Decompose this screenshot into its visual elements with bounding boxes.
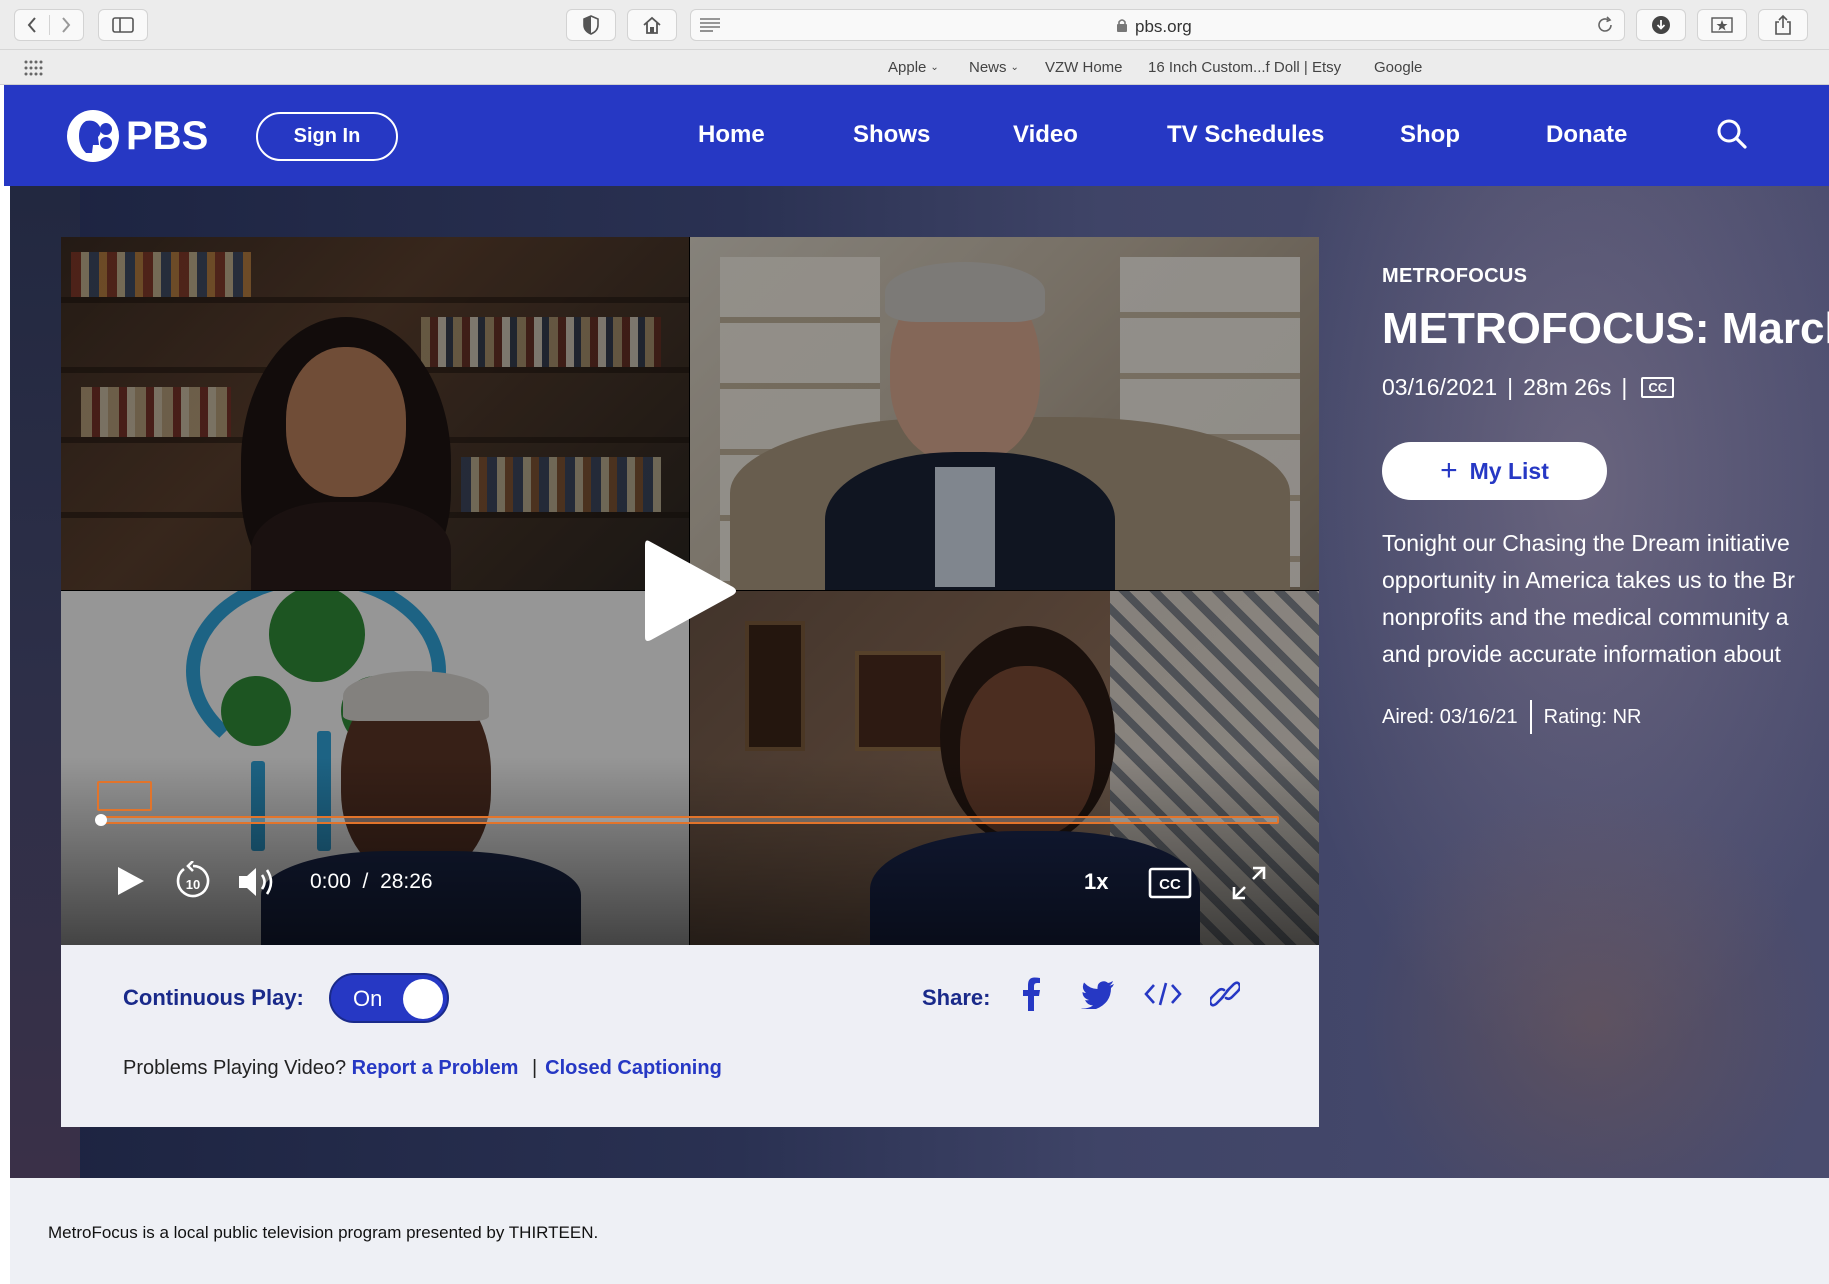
closed-captions-icon[interactable]: CC — [1148, 867, 1192, 904]
reload-icon[interactable] — [1596, 16, 1614, 39]
forward-icon[interactable] — [49, 16, 83, 34]
progress-tooltip-outline — [97, 781, 152, 811]
description-line: Tonight our Chasing the Dream initiative — [1382, 530, 1790, 556]
duration: 28:26 — [380, 870, 433, 893]
progress-track[interactable] — [101, 816, 1279, 824]
embed-code-icon[interactable] — [1144, 981, 1182, 1012]
nav-tv-schedules[interactable]: TV Schedules — [1167, 121, 1324, 149]
downloads-icon[interactable] — [1636, 9, 1686, 41]
logo-text: PBS — [126, 113, 209, 158]
favorite-label: News — [969, 59, 1007, 76]
playback-time: 0:00 / 28:26 — [310, 870, 433, 894]
closed-captioning-link[interactable]: Closed Captioning — [545, 1057, 722, 1079]
continuous-play-toggle[interactable]: On — [329, 973, 449, 1023]
svg-text:10: 10 — [186, 877, 200, 892]
episode-title: METROFOCUS: March — [1382, 304, 1829, 353]
lock-icon — [1116, 18, 1128, 38]
play-icon[interactable] — [116, 865, 146, 902]
nav-shows[interactable]: Shows — [853, 121, 930, 149]
page-edge — [0, 186, 10, 1284]
browser-toolbar: pbs.org — [0, 0, 1829, 50]
search-icon[interactable] — [1716, 118, 1748, 155]
favorite-apple[interactable]: Apple ⌄ — [888, 59, 939, 76]
toggle-state: On — [353, 986, 383, 1011]
nav-video[interactable]: Video — [1013, 121, 1078, 149]
favorite-google[interactable]: Google — [1374, 59, 1422, 76]
report-problem-link[interactable]: Report a Problem — [352, 1057, 519, 1079]
rating: Rating: NR — [1543, 705, 1642, 728]
twitter-icon[interactable] — [1081, 981, 1115, 1014]
my-list-button[interactable]: + My List — [1382, 442, 1607, 500]
my-list-label: My List — [1469, 457, 1549, 484]
privacy-shield-icon[interactable] — [566, 9, 616, 41]
toggle-knob — [403, 979, 443, 1019]
back-forward-buttons[interactable] — [14, 9, 84, 41]
link-separator: | — [531, 1057, 538, 1079]
description-line: opportunity in America takes us to the B… — [1382, 567, 1795, 593]
reader-view-icon[interactable] — [699, 17, 721, 38]
volume-icon[interactable] — [237, 865, 277, 904]
chevron-down-icon: ⌄ — [1010, 62, 1019, 73]
pbs-logo[interactable]: PBS — [66, 109, 208, 163]
bookmark-star-icon[interactable] — [1697, 9, 1747, 41]
problems-text: Problems Playing Video? — [123, 1057, 347, 1079]
favorites-bar: Apple ⌄ News ⌄ VZW Home 16 Inch Custom...f… — [0, 50, 1829, 85]
problems-row: Problems Playing Video? Report a Problem… — [123, 1057, 722, 1080]
cc-badge: CC — [1641, 377, 1675, 398]
air-info: Aired: 03/16/21 Rating: NR — [1382, 700, 1641, 734]
time-separator: / — [362, 870, 369, 893]
continuous-play-label: Continuous Play: — [123, 985, 304, 1010]
progress-bar[interactable] — [95, 781, 1279, 826]
apps-grid-icon[interactable] — [24, 60, 44, 81]
meta-separator: | — [1507, 374, 1514, 400]
nav-shop[interactable]: Shop — [1400, 121, 1460, 149]
chevron-down-icon: ⌄ — [930, 62, 939, 73]
favorite-etsy[interactable]: 16 Inch Custom...f Doll | Etsy — [1148, 59, 1341, 76]
video-player[interactable]: 10 0:00 / 28:26 1x CC — [61, 237, 1319, 945]
divider — [1529, 700, 1532, 734]
copy-link-icon[interactable] — [1208, 978, 1242, 1015]
episode-length: 28m 26s — [1523, 374, 1612, 400]
facebook-icon[interactable] — [1021, 977, 1041, 1016]
home-icon[interactable] — [627, 9, 677, 41]
favorite-label: Apple — [888, 59, 927, 76]
controls-gradient — [61, 757, 1319, 945]
pbs-head-icon — [67, 110, 119, 162]
play-overlay-icon[interactable] — [643, 537, 739, 650]
favorite-vzw-home[interactable]: VZW Home — [1045, 59, 1123, 76]
site-header: PBS Sign In Home Shows Video TV Schedule… — [4, 85, 1829, 186]
show-name-link[interactable]: METROFOCUS — [1382, 265, 1527, 288]
address-bar[interactable]: pbs.org — [690, 9, 1625, 41]
episode-meta: 03/16/2021 | 28m 26s | CC — [1382, 374, 1675, 401]
episode-date: 03/16/2021 — [1382, 374, 1498, 400]
progress-handle[interactable] — [95, 814, 107, 826]
background-blur — [1360, 786, 1829, 1178]
player-options-panel: Continuous Play: On Share: Problems Play… — [61, 945, 1319, 1127]
nav-donate[interactable]: Donate — [1546, 121, 1627, 149]
favorite-news[interactable]: News ⌄ — [969, 59, 1019, 76]
sign-in-button[interactable]: Sign In — [256, 112, 398, 161]
plus-icon: + — [1440, 454, 1458, 487]
playback-speed-button[interactable]: 1x — [1084, 869, 1108, 895]
svg-text:CC: CC — [1159, 876, 1181, 893]
sidebar-icon[interactable] — [98, 9, 148, 41]
meta-separator: | — [1621, 374, 1628, 400]
back-icon[interactable] — [15, 16, 49, 34]
share-icon[interactable] — [1758, 9, 1808, 41]
fullscreen-icon[interactable] — [1231, 865, 1267, 906]
nav-home[interactable]: Home — [698, 121, 765, 149]
url-text[interactable]: pbs.org — [1135, 17, 1192, 37]
share-label: Share: — [922, 985, 991, 1010]
station-credit: MetroFocus is a local public television … — [48, 1223, 599, 1242]
rewind-10-icon[interactable]: 10 — [174, 860, 212, 906]
current-time: 0:00 — [310, 870, 351, 893]
description-line: nonprofits and the medical community a — [1382, 604, 1789, 630]
description-line: and provide accurate information about — [1382, 641, 1781, 667]
aired-date: Aired: 03/16/21 — [1382, 705, 1518, 728]
episode-description: Tonight our Chasing the Dream initiative… — [1382, 525, 1829, 673]
